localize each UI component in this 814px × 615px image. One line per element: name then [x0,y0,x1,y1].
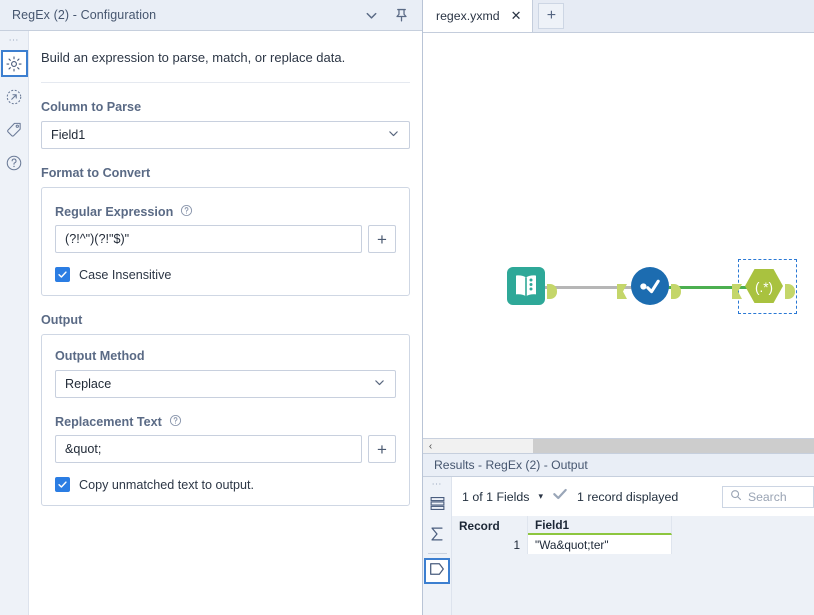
regular-expression-label-row: Regular Expression [55,202,396,219]
replacement-text-add-button[interactable]: + [368,435,396,463]
output-method-select[interactable]: Replace [55,370,396,398]
search-input[interactable]: Search [722,486,814,508]
cell-field1[interactable]: "Wa&quot;ter" [528,535,672,554]
copy-unmatched-label: Copy unmatched text to output. [79,477,255,492]
case-insensitive-label: Case Insensitive [79,267,172,282]
chevron-down-icon [387,127,400,143]
chevron-down-icon[interactable]: ▾ [539,491,544,502]
results-data-grid[interactable]: Record Field1 1 "Wa&quot;ter" [452,516,814,615]
gear-icon [5,55,23,73]
chevron-down-icon[interactable] [363,7,380,24]
column-to-parse-value: Field1 [51,128,86,142]
panel-description: Build an expression to parse, match, or … [41,31,410,83]
regular-expression-add-button[interactable]: + [368,225,396,253]
replacement-text-input[interactable]: &quot; [55,435,362,463]
check-icon[interactable] [552,487,568,506]
replacement-text-input-row: &quot; + [55,435,396,463]
input-port[interactable] [617,284,627,299]
checkbox-checked-icon [55,477,70,492]
workspace-area: regex.yxmd ✕ + (.*) ‹ Results - RegEx (2… [423,0,814,615]
results-panel-body: ⋯ 1 of 1 Fields ▾ 1 record displayed Sea… [423,477,814,615]
grid-header-row: Record Field1 [452,516,814,535]
table-row[interactable]: 1 "Wa&quot;ter" [452,535,814,554]
configuration-panel: RegEx (2) - Configuration ⋯ Build an exp… [0,0,423,615]
sidebar-item-configuration[interactable] [0,50,28,77]
rail-drag-handle[interactable]: ⋯ [0,36,28,47]
column-header-field1[interactable]: Field1 [528,516,672,535]
pin-icon[interactable] [393,7,410,24]
configuration-title: RegEx (2) - Configuration [12,8,157,22]
column-to-parse-label: Column to Parse [41,100,142,114]
results-tab-data[interactable] [424,493,450,519]
replacement-text-label-row: Replacement Text [55,412,396,429]
regular-expression-input[interactable]: (?!^")(?!"$)" [55,225,362,253]
results-rail-drag-handle[interactable]: ⋯ [423,480,451,491]
output-port[interactable] [671,284,681,299]
regex-icon: (.*) [745,269,783,303]
format-to-convert-label: Format to Convert [41,166,151,180]
tab-label: regex.yxmd [436,8,500,23]
results-tab-summary[interactable] [424,523,450,549]
regex-tool[interactable]: (.*) [732,265,795,312]
document-tabbar: regex.yxmd ✕ + [423,0,814,33]
results-title: Results - RegEx (2) - Output [434,458,588,472]
svg-text:(.*): (.*) [755,280,773,295]
results-main: 1 of 1 Fields ▾ 1 record displayed Searc… [452,477,814,615]
browse-tool[interactable] [617,265,681,312]
search-icon [730,488,742,506]
records-displayed-label: 1 record displayed [577,489,679,504]
output-group: Output Method Replace Replacement Text &… [41,334,410,506]
configuration-body: Build an expression to parse, match, or … [29,31,422,615]
output-label: Output [41,313,83,327]
scrollbar-thumb[interactable] [533,438,814,454]
canvas-horizontal-scrollbar[interactable]: ‹ [423,438,814,454]
scroll-left-icon[interactable]: ‹ [423,439,438,454]
results-panel-header: Results - RegEx (2) - Output [423,453,814,477]
workflow-canvas[interactable]: (.*) [423,33,814,438]
input-data-tool[interactable] [505,265,557,312]
rail-divider [427,553,447,554]
search-placeholder: Search [748,490,787,504]
output-method-value: Replace [65,377,112,391]
sidebar-item-help[interactable] [1,149,28,176]
close-icon[interactable]: ✕ [511,9,522,22]
tag-icon [5,121,23,139]
metadata-tag-icon [428,560,446,583]
results-icon-rail: ⋯ [423,477,452,615]
case-insensitive-checkbox[interactable]: Case Insensitive [55,267,396,282]
new-tab-button[interactable]: + [538,3,565,29]
help-icon[interactable] [169,414,182,427]
question-circle-icon [5,154,23,172]
copy-unmatched-checkbox[interactable]: Copy unmatched text to output. [55,477,396,492]
chevron-down-icon [373,376,386,392]
summary-sigma-icon [428,525,446,548]
browse-icon [631,267,669,305]
replacement-text-label: Replacement Text [55,415,162,429]
output-method-label: Output Method [55,349,145,363]
cell-record: 1 [452,535,528,554]
output-port[interactable] [547,284,557,299]
regular-expression-label: Regular Expression [55,205,174,219]
checkbox-checked-icon [55,267,70,282]
column-to-parse-select[interactable]: Field1 [41,121,410,149]
configuration-icon-rail: ⋯ [0,31,29,615]
results-tab-metadata[interactable] [424,558,450,584]
arrow-circle-icon [5,88,23,106]
sidebar-item-annotation[interactable] [1,83,28,110]
column-header-record[interactable]: Record [452,516,528,535]
help-icon[interactable] [180,204,193,217]
format-to-convert-group: Regular Expression (?!^")(?!"$)" + Case … [41,187,410,296]
configuration-titlebar: RegEx (2) - Configuration [0,0,422,31]
input-data-icon [507,267,545,305]
regular-expression-input-row: (?!^")(?!"$)" + [55,225,396,253]
results-toolbar: 1 of 1 Fields ▾ 1 record displayed Searc… [452,477,814,516]
data-grid-icon [429,495,446,517]
alteryx-designer-window: RegEx (2) - Configuration ⋯ Build an exp… [0,0,814,615]
tab-regex-yxmd[interactable]: regex.yxmd ✕ [423,0,534,32]
titlebar-icon-group [363,7,422,24]
sidebar-item-tag[interactable] [1,116,28,143]
fields-count-label[interactable]: 1 of 1 Fields [462,490,530,504]
